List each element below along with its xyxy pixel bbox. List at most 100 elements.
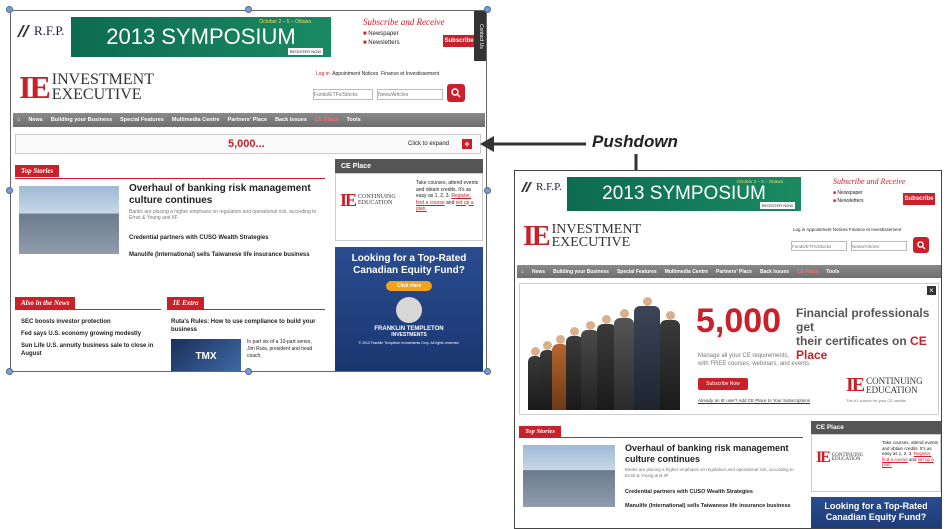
news-item-sunlife[interactable]: Sun Life U.S. annuity business sale to c… xyxy=(21,342,161,358)
ie-extra-tab: IE Extra xyxy=(167,297,205,309)
right-nav-special[interactable]: Special Features xyxy=(613,269,661,275)
right-page-screenshot: R.F.P. October 2 – 5 – Ottawa 2013 SYMPO… xyxy=(514,170,942,529)
right-banking-photo[interactable] xyxy=(523,445,615,507)
also-news-list: SEC boosts investor protection Fed says … xyxy=(21,318,161,358)
right-nav-news[interactable]: News xyxy=(528,269,549,275)
nav-ce-place[interactable]: CE Place xyxy=(311,117,343,123)
nav-special-features[interactable]: Special Features xyxy=(116,117,168,123)
right-nav-back-issues[interactable]: Back Issues xyxy=(756,269,793,275)
news-search-input[interactable] xyxy=(377,89,443,100)
news-item-fed[interactable]: Fed says U.S. economy growing modestly xyxy=(21,330,161,338)
right-story-credential[interactable]: Credential partners with CUSO Wealth Str… xyxy=(625,489,797,495)
right-story-manulife[interactable]: Manulife (International) sells Taiwanese… xyxy=(625,503,797,510)
ie-extra-summary: In part six of a 10-part series, Jim Rut… xyxy=(247,339,313,359)
right-subscribe-button[interactable]: Subscribe xyxy=(903,193,935,205)
appointment-notices-link[interactable]: Appointment Notices xyxy=(332,71,378,77)
right-news-search-input[interactable] xyxy=(851,241,907,251)
pushdown-collapsed-bar[interactable]: 5,000... Click to expand + xyxy=(15,134,481,154)
right-lead-headline[interactable]: Overhaul of banking risk management cult… xyxy=(625,443,797,465)
subscribe-title: Subscribe and Receive xyxy=(363,17,445,27)
register-now-button[interactable]: REGISTER NOW xyxy=(287,48,323,55)
pushdown-big-number: 5,000 xyxy=(696,302,782,340)
right-lead-summary: Banks are placing a higher emphasis on r… xyxy=(625,467,794,478)
nav-news[interactable]: News xyxy=(24,117,46,123)
nav-multimedia[interactable]: Multimedia Centre xyxy=(168,117,224,123)
ad-fine-print: © 2013 Franklin Templeton Investments Co… xyxy=(358,341,460,345)
selection-handle-ml[interactable] xyxy=(6,187,13,194)
story-manulife[interactable]: Manulife (International) sells Taiwanese… xyxy=(129,251,317,259)
selection-handle-bl[interactable] xyxy=(6,368,13,375)
selection-handle-br[interactable] xyxy=(484,368,491,375)
right-nav-multimedia[interactable]: Multimedia Centre xyxy=(661,269,712,275)
right-rfp-logo-icon xyxy=(521,182,532,192)
right-ce-place-header: CE Place xyxy=(811,421,941,434)
finance-link[interactable]: Finance et Investissement xyxy=(381,71,439,77)
contact-us-tab[interactable]: Contact Us xyxy=(474,11,486,61)
right-search-button[interactable] xyxy=(913,237,929,253)
selection-handle-bm[interactable] xyxy=(245,368,252,375)
pushdown-callout-label: Pushdown xyxy=(592,132,678,151)
left-page-screenshot: R.F.P. October 2 – 5 – Ottawa 2013 SYMPO… xyxy=(10,10,487,372)
right-subscribe-box: Subscribe and Receive ■ Newspaper ■ News… xyxy=(833,177,935,205)
click-to-expand-label[interactable]: Click to expand xyxy=(408,141,449,147)
pushdown-ce-logo[interactable]: IE CONTINUING EDUCATION The #1 source for… xyxy=(846,374,923,403)
selection-handle-tr[interactable] xyxy=(484,6,491,13)
right-ce-logo[interactable]: IE CONTINUING EDUCATION xyxy=(816,449,863,467)
news-item-sec[interactable]: SEC boosts investor protection xyxy=(21,318,161,326)
franklin-portrait xyxy=(396,297,422,323)
nav-partners-place[interactable]: Partners' Place xyxy=(224,117,272,123)
symposium-banner[interactable]: October 2 – 5 – Ottawa 2013 SYMPOSIUM RE… xyxy=(71,17,331,57)
nav-tools[interactable]: Tools xyxy=(342,117,364,123)
lead-summary: Banks are placing a higher emphasis on r… xyxy=(129,209,317,221)
right-funds-search-input[interactable] xyxy=(791,241,847,251)
tmx-video-thumbnail[interactable]: TMX xyxy=(171,339,241,371)
top-stories-tab: Top Stories xyxy=(15,165,60,177)
pushdown-body: Manage all your CE requirements, with FR… xyxy=(698,353,811,367)
selection-handle-tm[interactable] xyxy=(245,6,252,13)
right-rfp-logo[interactable]: R.F.P. xyxy=(521,181,562,193)
selection-handle-tl[interactable] xyxy=(6,6,13,13)
pushdown-close-button[interactable]: × xyxy=(927,286,936,295)
right-nav-home-icon[interactable]: ⌂ xyxy=(517,269,528,275)
lead-headline[interactable]: Overhaul of banking risk management cult… xyxy=(129,183,317,207)
right-nav-tools[interactable]: Tools xyxy=(822,269,843,275)
ie-logo[interactable]: IE INVESTMENT EXECUTIVE xyxy=(19,69,154,106)
ad-brand-sub: INVESTMENTS xyxy=(391,332,427,338)
right-top-links[interactable]: Log in Appointment Notices Finance et In… xyxy=(793,227,901,232)
already-user-link[interactable]: Already an IE user? Add CE Place to Your… xyxy=(698,398,810,403)
rfp-logo-icon xyxy=(17,25,30,37)
search-icon xyxy=(451,88,461,98)
right-ie-logo[interactable]: IE INVESTMENT EXECUTIVE xyxy=(523,221,641,253)
nav-home-icon[interactable]: ⌂ xyxy=(13,117,24,123)
ad-click-here-button[interactable]: Click Here xyxy=(386,281,432,291)
banking-photo[interactable] xyxy=(19,186,119,254)
ce-find-course-link[interactable]: find a course xyxy=(416,200,445,206)
story-credential[interactable]: Credential partners with CUSO Wealth Str… xyxy=(129,235,317,241)
right-symposium-banner[interactable]: October 2 – 5 – Ottawa 2013 SYMPOSIUM RE… xyxy=(567,177,801,211)
symposium-dates: October 2 – 5 – Ottawa xyxy=(259,19,311,25)
pushdown-expanded-panel: × 5,000 Financial professionals get thei… xyxy=(519,283,939,415)
pushdown-number: 5,000... xyxy=(228,138,265,150)
right-ce-place-box: IE CONTINUING EDUCATION Take courses, att… xyxy=(811,434,941,492)
nav-back-issues[interactable]: Back Issues xyxy=(271,117,311,123)
search-button[interactable] xyxy=(447,84,465,102)
main-nav: ⌂ News Building your Business Special Fe… xyxy=(13,113,485,127)
nav-building-business[interactable]: Building your Business xyxy=(47,117,116,123)
right-nav-building[interactable]: Building your Business xyxy=(549,269,613,275)
subscribe-button[interactable]: Subscribe xyxy=(443,35,475,47)
subscribe-now-button[interactable]: Subscribe Now xyxy=(698,378,748,390)
top-links: Log in Appointment Notices Finance et In… xyxy=(316,71,439,77)
business-people-image xyxy=(526,292,686,410)
ce-logo[interactable]: IE CONTINUING EDUCATION xyxy=(340,190,396,211)
right-franklin-ad[interactable]: Looking for a Top-Rated Canadian Equity … xyxy=(811,497,941,528)
right-nav-partners[interactable]: Partners' Place xyxy=(712,269,756,275)
login-link[interactable]: Log in xyxy=(316,71,330,77)
right-nav-ce-place[interactable]: CE Place xyxy=(793,269,822,275)
funds-search-input[interactable] xyxy=(313,89,373,100)
symposium-title: 2013 SYMPOSIUM xyxy=(106,24,296,49)
ie-extra-rule xyxy=(167,309,325,310)
ie-extra-headline[interactable]: Ruta's Rules: How to use compliance to b… xyxy=(171,318,321,334)
rfp-logo[interactable]: R.F.P. xyxy=(17,21,64,41)
right-top-stories-rule xyxy=(519,437,803,438)
right-register-now-button[interactable]: REGISTER NOW xyxy=(759,202,795,209)
